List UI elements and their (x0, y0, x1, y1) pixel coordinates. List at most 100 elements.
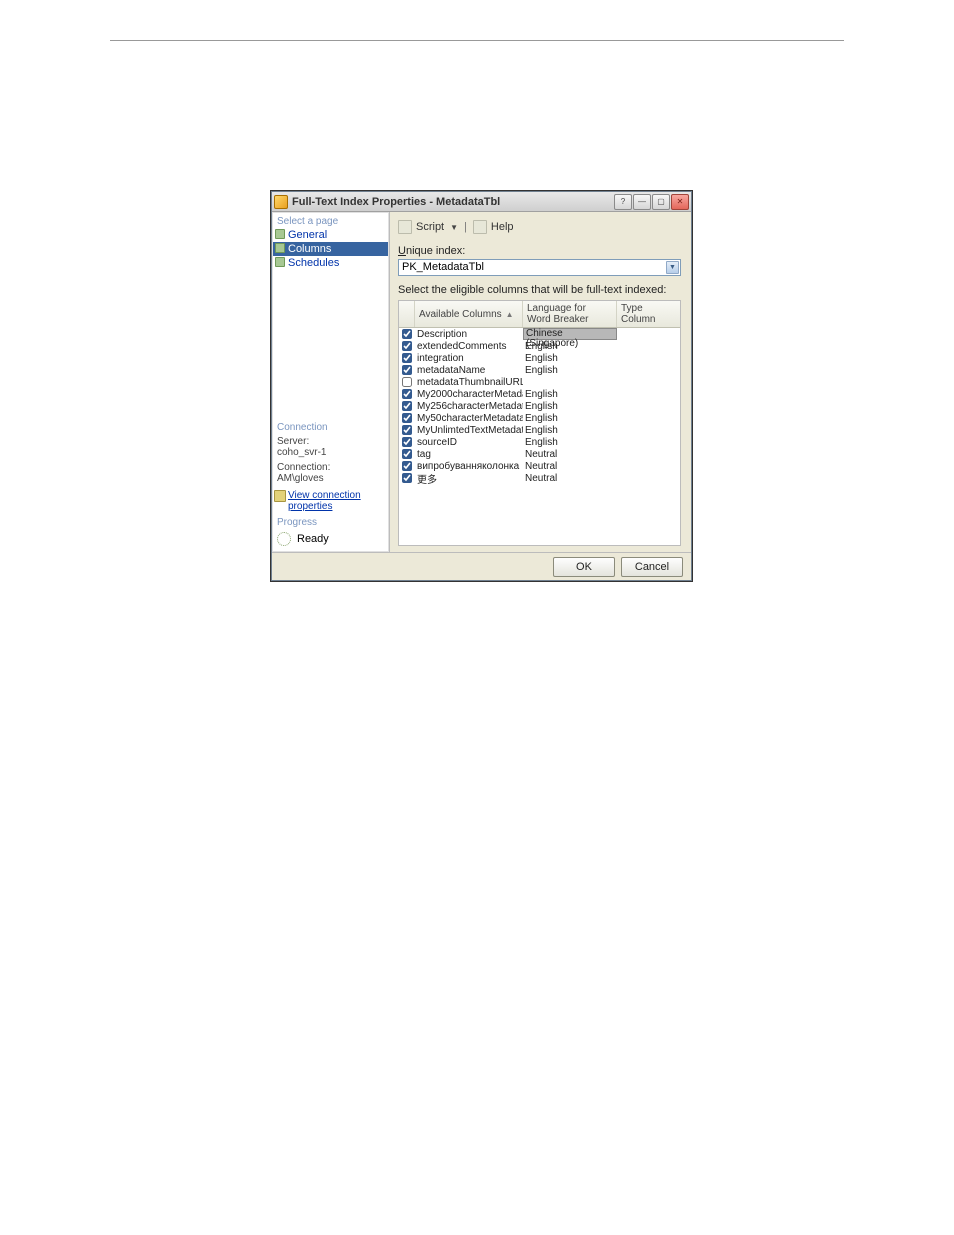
row-checkbox[interactable] (402, 473, 412, 483)
row-language-cell[interactable]: Neutral (523, 449, 617, 460)
ok-button[interactable]: OK (553, 557, 615, 577)
view-connection-link[interactable]: View connection properties (272, 486, 389, 516)
row-check-cell (399, 389, 415, 399)
table-row[interactable]: integrationEnglish (399, 352, 680, 364)
sort-asc-icon: ▲ (506, 310, 514, 319)
row-column-name: integration (415, 353, 523, 364)
row-checkbox[interactable] (402, 425, 412, 435)
row-checkbox[interactable] (402, 329, 412, 339)
table-row[interactable]: My2000characterMetadataEnglish (399, 388, 680, 400)
left-panel: Select a page GeneralColumnsSchedules Co… (272, 212, 390, 552)
toolbar: Script ▼ | Help (398, 218, 681, 244)
script-button[interactable]: Script (416, 221, 444, 233)
nav-item-columns[interactable]: Columns (272, 242, 389, 256)
row-language-cell[interactable]: English (523, 353, 617, 364)
server-value: coho_svr-1 (277, 447, 326, 458)
row-check-cell (399, 461, 415, 471)
table-row[interactable]: tagNeutral (399, 448, 680, 460)
titlebar[interactable]: Full-Text Index Properties - MetadataTbl… (272, 192, 691, 212)
columns-grid[interactable]: Available Columns ▲ Language for Word Br… (398, 300, 681, 546)
table-row[interactable]: My50characterMetadataEnglish (399, 412, 680, 424)
table-row[interactable]: My256characterMetadataEnglish (399, 400, 680, 412)
grid-header-type[interactable]: Type Column (617, 301, 680, 327)
grid-body: DescriptionChinese (Singapore)extendedCo… (399, 328, 680, 484)
toolbar-separator: | (464, 221, 467, 233)
row-checkbox[interactable] (402, 353, 412, 363)
dialog-button-row: OK Cancel (272, 552, 691, 580)
dialog-body: Select a page GeneralColumnsSchedules Co… (272, 212, 691, 552)
table-row[interactable]: metadataThumbnailURL (399, 376, 680, 388)
table-row[interactable]: 更多Neutral (399, 472, 680, 484)
row-column-name: Description (415, 329, 523, 340)
help-icon (473, 220, 487, 234)
row-language-cell[interactable]: English (523, 341, 617, 352)
row-column-name: My2000characterMetadata (415, 389, 523, 400)
close-button[interactable]: ✕ (671, 194, 689, 210)
row-checkbox[interactable] (402, 365, 412, 375)
progress-spinner-icon (277, 532, 291, 546)
row-check-cell (399, 377, 415, 387)
row-check-cell (399, 329, 415, 339)
fulltext-index-properties-dialog: Full-Text Index Properties - MetadataTbl… (271, 191, 692, 581)
row-language-cell[interactable]: English (523, 413, 617, 424)
nav-item-general[interactable]: General (272, 228, 389, 242)
table-row[interactable]: extendedCommentsEnglish (399, 340, 680, 352)
row-checkbox[interactable] (402, 413, 412, 423)
nav-item-schedules[interactable]: Schedules (272, 256, 389, 270)
help-button[interactable]: Help (491, 221, 514, 233)
titlebar-buttons: ? — ▢ ✕ (614, 194, 689, 210)
connection-value: AM\gloves (277, 473, 324, 484)
row-language-cell[interactable]: English (523, 401, 617, 412)
row-checkbox[interactable] (402, 389, 412, 399)
row-column-name: My256characterMetadata (415, 401, 523, 412)
row-language-cell[interactable]: Neutral (523, 461, 617, 472)
script-dropdown-arrow-icon[interactable]: ▼ (450, 223, 458, 232)
row-check-cell (399, 449, 415, 459)
unique-index-select[interactable]: PK_MetadataTbl ▼ (398, 259, 681, 276)
row-language-cell[interactable]: Neutral (523, 473, 617, 484)
app-icon (274, 195, 288, 209)
maximize-button[interactable]: ▢ (652, 194, 670, 210)
row-checkbox[interactable] (402, 401, 412, 411)
row-column-name: tag (415, 449, 523, 460)
row-language-cell[interactable]: English (523, 365, 617, 376)
grid-header-check (399, 301, 415, 327)
page-icon (275, 257, 285, 267)
row-checkbox[interactable] (402, 437, 412, 447)
connection-label: Connection: AM\gloves (272, 460, 389, 486)
row-checkbox[interactable] (402, 341, 412, 351)
row-checkbox[interactable] (402, 377, 412, 387)
row-column-name: My50characterMetadata (415, 413, 523, 424)
select-page-header: Select a page (272, 215, 389, 228)
table-row[interactable]: sourceIDEnglish (399, 436, 680, 448)
right-panel: Script ▼ | Help Unique index: PK_Metadat… (390, 212, 691, 552)
page-icon (275, 229, 285, 239)
row-language-cell[interactable]: Chinese (Singapore) (523, 328, 617, 340)
row-checkbox[interactable] (402, 449, 412, 459)
nav-item-label: Columns (288, 243, 331, 255)
row-check-cell (399, 437, 415, 447)
row-check-cell (399, 413, 415, 423)
unique-index-value: PK_MetadataTbl (402, 261, 484, 273)
row-checkbox[interactable] (402, 461, 412, 471)
row-column-name: extendedComments (415, 341, 523, 352)
page-divider (110, 40, 844, 41)
show-help-button[interactable]: ? (614, 194, 632, 210)
unique-index-label: Unique index: (398, 244, 681, 258)
row-column-name: 更多 (415, 471, 523, 486)
grid-header-language[interactable]: Language for Word Breaker (523, 301, 617, 327)
row-language-cell[interactable]: English (523, 425, 617, 436)
row-column-name: metadataName (415, 365, 523, 376)
script-icon (398, 220, 412, 234)
eligible-columns-caption: Select the eligible columns that will be… (398, 284, 681, 296)
table-row[interactable]: DescriptionChinese (Singapore) (399, 328, 680, 340)
row-language-cell[interactable]: English (523, 437, 617, 448)
table-row[interactable]: metadataNameEnglish (399, 364, 680, 376)
table-row[interactable]: MyUnlimtedTextMetadataEnglish (399, 424, 680, 436)
cancel-button[interactable]: Cancel (621, 557, 683, 577)
chevron-down-icon[interactable]: ▼ (666, 261, 679, 274)
connection-header: Connection (272, 421, 389, 434)
minimize-button[interactable]: — (633, 194, 651, 210)
row-language-cell[interactable]: English (523, 389, 617, 400)
grid-header-available[interactable]: Available Columns ▲ (415, 301, 523, 327)
